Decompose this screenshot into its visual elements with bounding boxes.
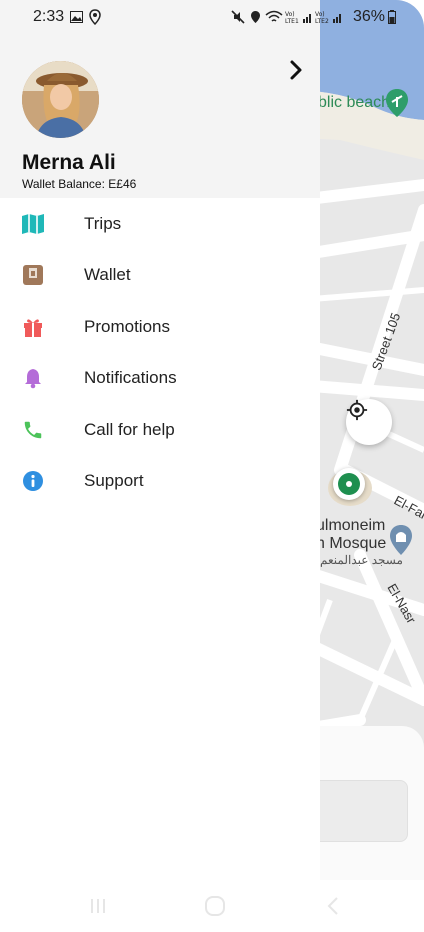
gallery-icon <box>70 11 83 23</box>
map-label-mosque-line2: h Mosque <box>316 535 387 552</box>
bottom-sheet-input[interactable] <box>310 780 408 842</box>
menu-label-call-for-help: Call for help <box>84 419 175 439</box>
user-name: Merna Ali <box>22 151 116 174</box>
status-bar: 2:33 Vo) LTE1 Vo) LTE2 36% <box>0 0 424 34</box>
menu-item-call-for-help[interactable]: Call for help <box>0 404 320 456</box>
mute-icon <box>231 10 245 24</box>
back-icon[interactable] <box>321 894 345 918</box>
chevron-right-icon[interactable] <box>284 58 308 82</box>
status-time: 2:33 <box>33 8 65 25</box>
menu-item-wallet[interactable]: Wallet <box>0 250 320 302</box>
recents-icon[interactable] <box>86 894 110 918</box>
crosshair-icon <box>346 399 368 421</box>
navigation-drawer: Merna Ali Wallet Balance: E£46 Trips Wal… <box>0 0 320 880</box>
my-location-button[interactable] <box>346 399 392 445</box>
menu-label-trips: Trips <box>84 213 122 233</box>
battery-percent: 36% <box>353 8 386 25</box>
bell-icon <box>21 366 45 390</box>
map-label-beach: blic beach <box>318 94 391 111</box>
map-icon <box>21 212 45 236</box>
battery-icon <box>388 10 396 24</box>
menu-item-notifications[interactable]: Notifications <box>0 353 320 405</box>
menu-label-wallet: Wallet <box>84 265 131 285</box>
phone-icon <box>21 418 45 442</box>
svg-text:Vo): Vo) <box>315 11 325 18</box>
menu-item-promotions[interactable]: Promotions <box>0 301 320 353</box>
avatar[interactable] <box>22 61 99 138</box>
svg-text:LTE1: LTE1 <box>285 18 299 25</box>
svg-text:LTE2: LTE2 <box>315 18 329 25</box>
user-photo <box>22 61 99 138</box>
menu-item-support[interactable]: Support <box>0 456 320 508</box>
driver-location-marker <box>333 468 365 500</box>
system-nav-bar <box>0 880 424 932</box>
wallet-balance: Wallet Balance: E£46 <box>22 177 137 191</box>
home-icon[interactable] <box>203 894 227 918</box>
gift-icon <box>21 315 45 339</box>
info-icon <box>21 469 45 493</box>
location-pin-icon <box>89 9 101 25</box>
menu-label-promotions: Promotions <box>84 316 170 336</box>
menu-label-notifications: Notifications <box>84 368 177 388</box>
beach-marker-icon <box>386 89 408 117</box>
menu-label-support: Support <box>84 471 144 491</box>
map-label-mosque-line1: ulmoneim <box>316 517 386 534</box>
wallet-icon <box>21 263 45 287</box>
signal-icon: Vo) LTE1 Vo) LTE2 <box>265 10 341 25</box>
svg-text:Vo): Vo) <box>285 11 295 18</box>
menu-item-trips[interactable]: Trips <box>0 198 320 250</box>
mosque-marker-icon <box>390 525 412 555</box>
drawer-menu: Trips Wallet Promotions Notifications Ca… <box>0 198 320 507</box>
location-icon <box>251 11 260 23</box>
